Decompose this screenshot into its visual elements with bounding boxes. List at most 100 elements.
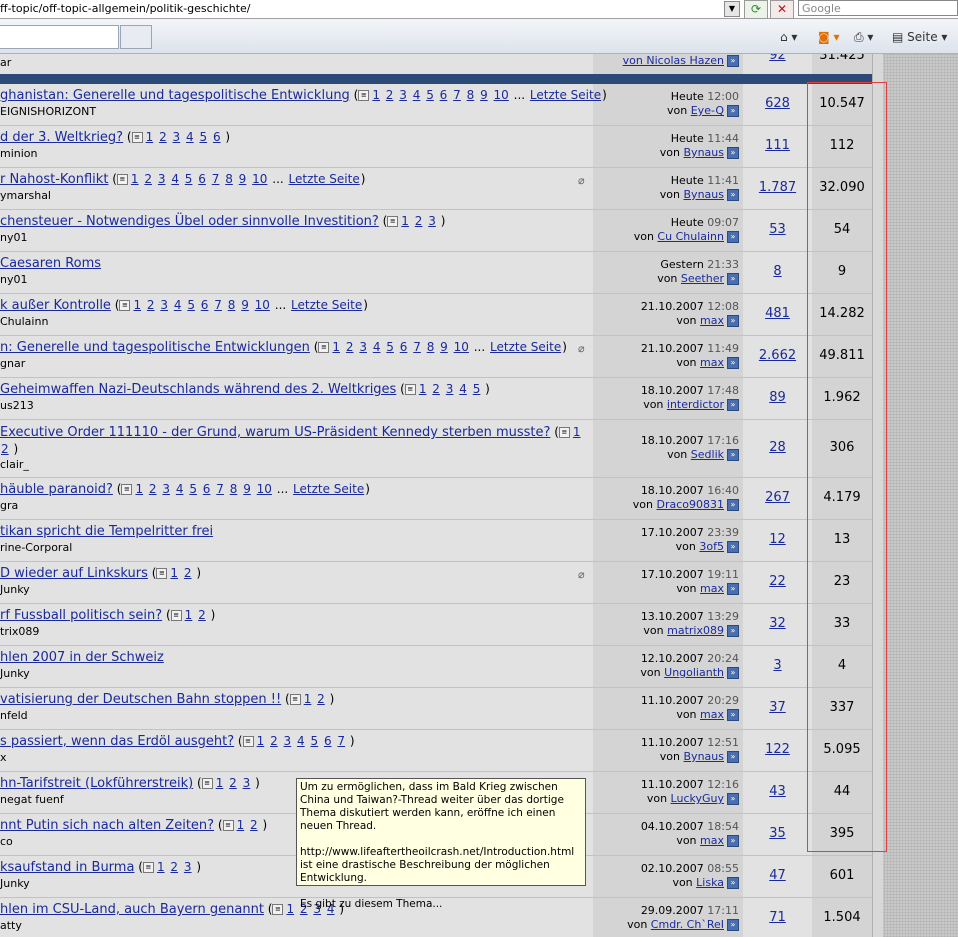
thread-author[interactable]: clair_	[0, 458, 29, 471]
last-post-author-link[interactable]: Bynaus	[684, 750, 724, 763]
page-link[interactable]: 7	[212, 172, 220, 186]
page-link[interactable]: 4	[171, 172, 179, 186]
thread-title-link[interactable]: tikan spricht die Tempelritter frei	[0, 524, 213, 539]
page-link[interactable]: 7	[337, 734, 345, 748]
page-menu-button[interactable]: ▤ Seite ▾	[892, 28, 947, 46]
last-page-link[interactable]: Letzte Seite	[291, 298, 362, 312]
page-link[interactable]: 2	[432, 382, 440, 396]
thread-author[interactable]: EIGNISHORIZONT	[0, 105, 96, 118]
go-to-last-post-icon[interactable]: »	[727, 55, 739, 67]
page-link[interactable]: 4	[459, 382, 467, 396]
page-link[interactable]: 8	[230, 482, 238, 496]
last-post-author-link[interactable]: Cmdr. Ch`ReI	[651, 918, 724, 931]
page-link[interactable]: 8	[427, 340, 435, 354]
print-icon[interactable]: ⎙ ▾	[854, 28, 873, 46]
page-link[interactable]: 5	[189, 482, 197, 496]
go-to-last-post-icon[interactable]: »	[727, 583, 739, 595]
reply-count[interactable]: 32	[743, 616, 812, 631]
page-link[interactable]: 1	[131, 172, 139, 186]
last-post-author-link[interactable]: max	[700, 582, 724, 595]
thread-author[interactable]: Junky	[0, 583, 30, 596]
url-dropdown-icon[interactable]: ▼	[724, 1, 740, 17]
last-page-link[interactable]: Letzte Seite	[530, 88, 601, 102]
thread-title-link[interactable]: hlen 2007 in der Schweiz	[0, 650, 164, 665]
go-to-last-post-icon[interactable]: »	[727, 625, 739, 637]
thread-author[interactable]: ny01	[0, 273, 27, 286]
go-to-last-post-icon[interactable]: »	[727, 357, 739, 369]
go-to-last-post-icon[interactable]: »	[727, 751, 739, 763]
thread-author[interactable]: nfeld	[0, 709, 28, 722]
page-link[interactable]: 3	[158, 172, 166, 186]
page-link[interactable]: 4	[174, 298, 182, 312]
thread-author[interactable]: Chulainn	[0, 315, 48, 328]
page-link[interactable]: 1	[237, 818, 245, 832]
thread-author[interactable]: ymarshal	[0, 189, 51, 202]
reply-count[interactable]: 47	[743, 868, 812, 883]
thread-title-link[interactable]: häuble paranoid?	[0, 482, 113, 497]
reply-count[interactable]: 37	[743, 700, 812, 715]
page-link[interactable]: 2	[170, 860, 178, 874]
reply-count[interactable]: 35	[743, 826, 812, 841]
page-link[interactable]: 3	[162, 482, 170, 496]
page-link[interactable]: 1	[157, 860, 165, 874]
go-to-last-post-icon[interactable]: »	[727, 835, 739, 847]
reply-count[interactable]: 43	[743, 784, 812, 799]
thread-title-link[interactable]: k außer Kontrolle	[0, 298, 111, 313]
thread-author[interactable]: gra	[0, 499, 18, 512]
thread-author[interactable]: trix089	[0, 625, 39, 638]
page-link[interactable]: 6	[201, 298, 209, 312]
last-post-author-link[interactable]: max	[700, 708, 724, 721]
page-link[interactable]: 2	[198, 608, 206, 622]
go-to-last-post-icon[interactable]: »	[727, 449, 739, 461]
thread-title-link[interactable]: Caesaren Roms	[0, 256, 101, 271]
page-link[interactable]: 10	[257, 482, 272, 496]
thread-title-link[interactable]: vatisierung der Deutschen Bahn stoppen !…	[0, 692, 281, 707]
last-post-author-link[interactable]: Seether	[681, 272, 724, 285]
page-link[interactable]: 2	[229, 776, 237, 790]
page-link[interactable]: 10	[255, 298, 270, 312]
thread-author[interactable]: atty	[0, 919, 22, 932]
thread-author[interactable]: ny01	[0, 231, 27, 244]
page-link[interactable]: 5	[199, 130, 207, 144]
reply-count[interactable]: 92	[743, 54, 812, 63]
page-link[interactable]: 2	[147, 298, 155, 312]
go-to-last-post-icon[interactable]: »	[727, 667, 739, 679]
reply-count[interactable]: 628	[743, 96, 812, 111]
thread-title-link[interactable]: chensteuer - Notwendiges Übel oder sinnv…	[0, 214, 379, 229]
page-link[interactable]: 3	[243, 776, 251, 790]
thread-title-link[interactable]: Executive Order 111110 - der Grund, waru…	[0, 425, 550, 440]
stop-icon[interactable]: ✕	[770, 0, 794, 19]
page-link[interactable]: 3	[173, 130, 181, 144]
page-link[interactable]: 3	[399, 88, 407, 102]
go-to-last-post-icon[interactable]: »	[727, 499, 739, 511]
reply-count[interactable]: 267	[743, 490, 812, 505]
thread-title-link[interactable]: D wieder auf Linkskurs	[0, 566, 148, 581]
thread-title-link[interactable]: s passiert, wenn das Erdöl ausgeht?	[0, 734, 234, 749]
reply-count[interactable]: 3	[743, 658, 812, 673]
refresh-icon[interactable]: ⟳	[744, 0, 768, 19]
last-post-author-link[interactable]: von Nicolas Hazen	[623, 54, 724, 67]
page-link[interactable]: 2	[159, 130, 167, 144]
page-link[interactable]: 1	[372, 88, 380, 102]
page-link[interactable]: 2	[415, 214, 423, 228]
page-link[interactable]: 5	[187, 298, 195, 312]
last-post-author-link[interactable]: Ungolianth	[664, 666, 724, 679]
page-link[interactable]: 4	[176, 482, 184, 496]
thread-title-link[interactable]: Geheimwaffen Nazi-Deutschlands während d…	[0, 382, 396, 397]
last-page-link[interactable]: Letzte Seite	[490, 340, 561, 354]
page-link[interactable]: 10	[454, 340, 469, 354]
page-link[interactable]: 9	[440, 340, 448, 354]
page-link[interactable]: 3	[428, 214, 436, 228]
page-link[interactable]: 7	[216, 482, 224, 496]
page-link[interactable]: 6	[213, 130, 221, 144]
new-tab-button[interactable]	[120, 25, 152, 49]
thread-title-link[interactable]: hlen im CSU-Land, auch Bayern genannt	[0, 902, 264, 917]
thread-author[interactable]: gnar	[0, 357, 25, 370]
page-link[interactable]: 10	[252, 172, 267, 186]
page-link[interactable]: 2	[346, 340, 354, 354]
page-link[interactable]: 2	[1, 442, 9, 456]
page-link[interactable]: 4	[413, 88, 421, 102]
reply-count[interactable]: 1.787	[743, 180, 812, 195]
rss-feed-icon[interactable]: ◙ ▾	[818, 28, 839, 46]
page-link[interactable]: 1	[133, 298, 141, 312]
